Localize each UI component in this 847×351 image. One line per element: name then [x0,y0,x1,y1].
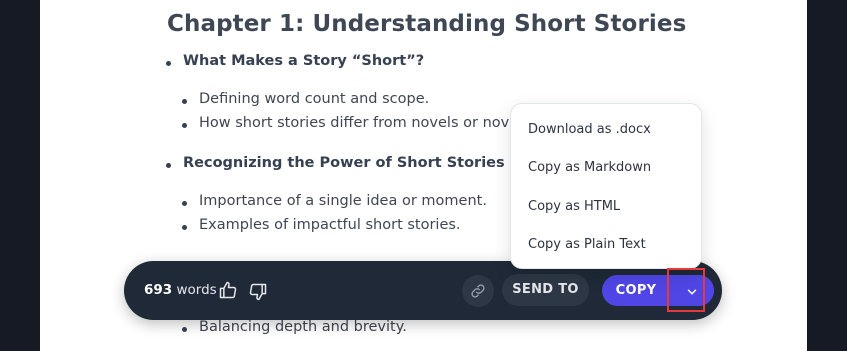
link-icon [470,283,486,303]
word-count-label: words [176,282,217,298]
copy-button[interactable]: COPY [602,275,670,306]
word-count: 693 words [144,282,217,298]
menu-item-copy-html[interactable]: Copy as HTML [528,199,620,214]
list-item: Examples of impactful short stories. [182,217,461,233]
copy-options-toggle[interactable] [670,275,714,306]
word-count-value: 693 [144,282,173,298]
list-item: Balancing depth and brevity. [182,319,407,335]
chapter-title: Chapter 1: Understanding Short Stories [167,11,687,37]
menu-item-copy-markdown[interactable]: Copy as Markdown [528,160,651,175]
thumbs-up-icon[interactable] [218,280,238,304]
link-button[interactable] [462,275,494,307]
copy-button-group: COPY [602,275,714,306]
list-item: Defining word count and scope. [181,91,430,107]
list-item: Importance of a single idea or moment. [182,193,487,209]
section-heading: Recognizing the Power of Short Stories [166,155,505,171]
list-item: How short stories differ from novels or … [181,115,519,131]
menu-item-copy-plain-text[interactable]: Copy as Plain Text [528,237,646,252]
send-to-button[interactable]: SEND TO [502,274,589,306]
chevron-down-icon [685,284,699,303]
copy-options-menu: Download as .docx Copy as Markdown Copy … [510,103,702,269]
bottom-toolbar: 693 words SEND TO COPY [124,261,722,320]
section-heading: What Makes a Story “Short”? [165,53,425,69]
thumbs-down-icon[interactable] [248,282,268,306]
menu-item-download-docx[interactable]: Download as .docx [528,122,651,137]
